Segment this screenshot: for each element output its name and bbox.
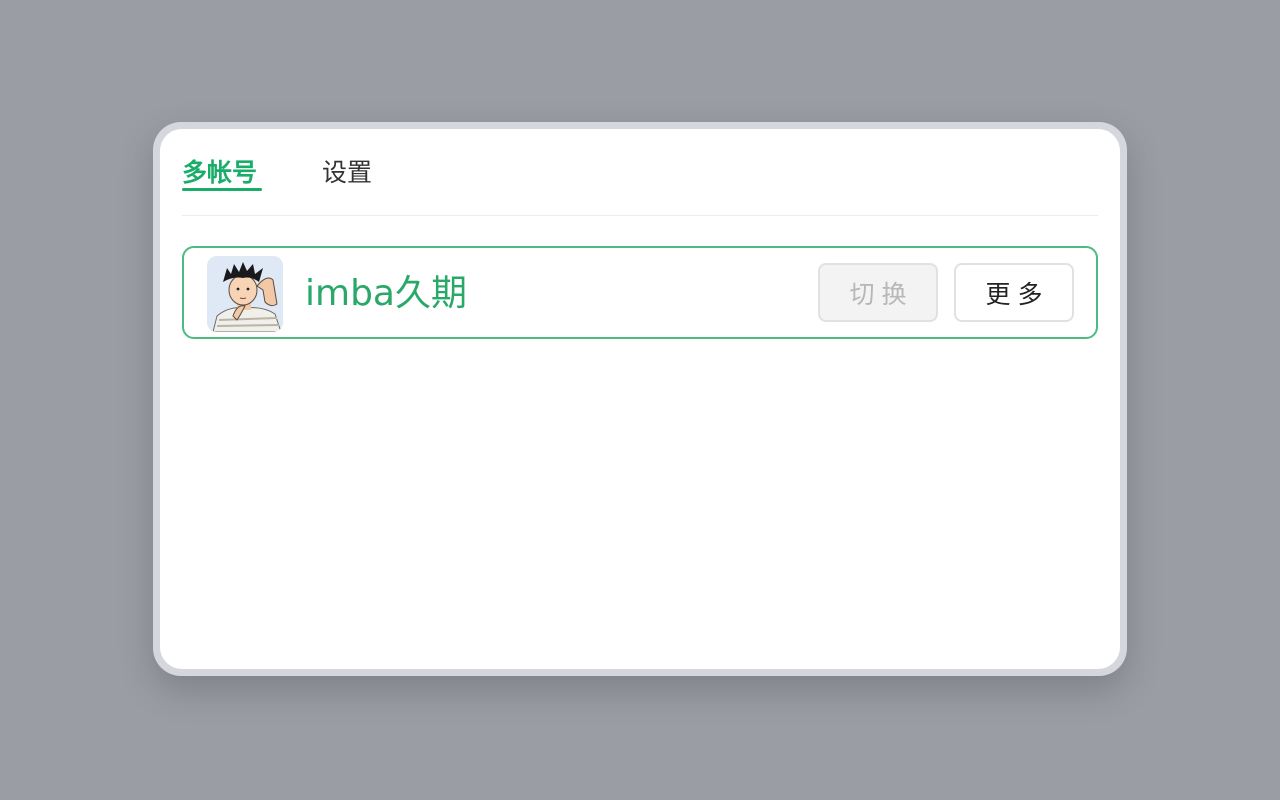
tab-multi-account-label: 多帐号 xyxy=(182,158,258,187)
account-window: 多帐号 设置 imba久期 切换 更多 xyxy=(153,122,1127,676)
tab-settings-label: 设置 xyxy=(322,158,373,187)
tab-multi-account[interactable]: 多帐号 xyxy=(182,157,262,191)
more-button-label: 更多 xyxy=(985,279,1050,309)
active-tab-indicator xyxy=(182,188,262,191)
avatar xyxy=(207,256,283,332)
account-panel: 多帐号 设置 imba久期 切换 更多 xyxy=(160,129,1120,669)
tab-settings[interactable]: 设置 xyxy=(322,157,372,189)
user-avatar-icon xyxy=(207,256,283,332)
tab-bar: 多帐号 设置 xyxy=(182,129,1098,216)
account-list-item[interactable]: imba久期 切换 更多 xyxy=(182,246,1098,339)
account-name: imba久期 xyxy=(305,273,467,314)
more-button[interactable]: 更多 xyxy=(954,263,1074,322)
switch-button[interactable]: 切换 xyxy=(818,263,938,322)
switch-button-label: 切换 xyxy=(849,279,914,309)
